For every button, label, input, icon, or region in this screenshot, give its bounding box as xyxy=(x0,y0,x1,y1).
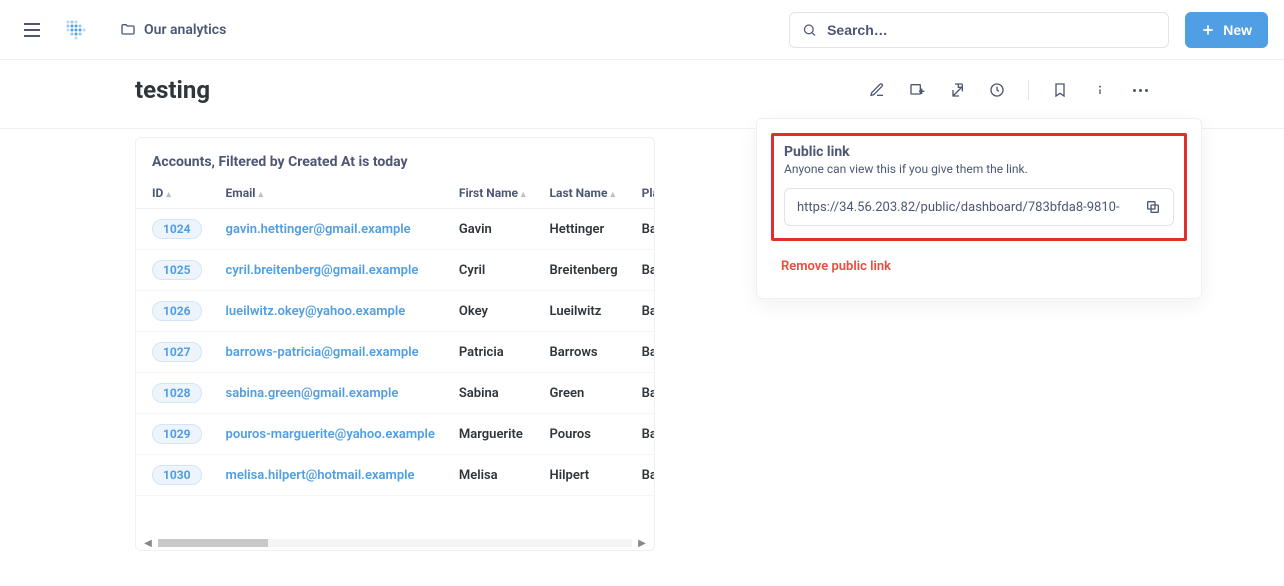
email-link[interactable]: barrows-patricia@gmail.example xyxy=(226,345,419,360)
search-icon xyxy=(802,22,817,38)
more-icon[interactable] xyxy=(1131,81,1149,99)
cell-last: Pouros xyxy=(538,414,630,455)
email-link[interactable]: gavin.hettinger@gmail.example xyxy=(226,222,411,237)
cell-first: Gavin xyxy=(447,209,538,250)
scroll-left-icon[interactable]: ◀ xyxy=(142,538,154,549)
cell-first: Marguerite xyxy=(447,414,538,455)
cell-last: Breitenberg xyxy=(538,250,630,291)
history-icon[interactable] xyxy=(988,81,1006,99)
cell-last: Hettinger xyxy=(538,209,630,250)
add-card-icon[interactable] xyxy=(908,81,926,99)
breadcrumb-label: Our analytics xyxy=(144,22,226,38)
panel-title: Public link xyxy=(784,144,1174,160)
cell-plan: Basi xyxy=(630,455,655,496)
email-link[interactable]: pouros-marguerite@yahoo.example xyxy=(226,427,435,442)
col-last[interactable]: Last Name▴ xyxy=(538,178,630,209)
table-row[interactable]: 1027 barrows-patricia@gmail.example Patric… xyxy=(136,332,655,373)
public-url-text: https://34.56.203.82/public/dashboard/78… xyxy=(797,200,1133,215)
id-pill[interactable]: 1027 xyxy=(152,342,202,362)
search-input[interactable] xyxy=(827,22,1156,38)
cell-first: Sabina xyxy=(447,373,538,414)
table-row[interactable]: 1026 lueilwitz.okey@yahoo.example OkeyLuei… xyxy=(136,291,655,332)
divider xyxy=(1028,80,1029,100)
col-email[interactable]: Email▴ xyxy=(214,178,447,209)
share-icon[interactable] xyxy=(948,81,966,99)
email-link[interactable]: cyril.breitenberg@gmail.example xyxy=(226,263,419,278)
new-button-label: New xyxy=(1223,22,1252,38)
cell-plan: Basi xyxy=(630,373,655,414)
table-row[interactable]: 1024 gavin.hettinger@gmail.example GavinHe… xyxy=(136,209,655,250)
title-actions xyxy=(868,80,1149,100)
cell-first: Cyril xyxy=(447,250,538,291)
info-icon[interactable] xyxy=(1091,81,1109,99)
edit-icon[interactable] xyxy=(868,81,886,99)
email-link[interactable]: melisa.hilpert@hotmail.example xyxy=(226,468,415,483)
id-pill[interactable]: 1024 xyxy=(152,219,202,239)
sharing-panel: Public link Anyone can view this if you … xyxy=(756,118,1202,299)
plus-icon xyxy=(1201,23,1215,37)
id-pill[interactable]: 1028 xyxy=(152,383,202,403)
new-button[interactable]: New xyxy=(1185,12,1268,48)
cell-last: Hilpert xyxy=(538,455,630,496)
email-link[interactable]: lueilwitz.okey@yahoo.example xyxy=(226,304,406,319)
table-row[interactable]: 1029 pouros-marguerite@yahoo.example Margu… xyxy=(136,414,655,455)
table-row[interactable]: 1030 melisa.hilpert@hotmail.example Melisa… xyxy=(136,455,655,496)
id-pill[interactable]: 1029 xyxy=(152,424,202,444)
scroll-thumb[interactable] xyxy=(158,539,268,547)
cell-plan: Basi xyxy=(630,332,655,373)
bookmark-icon[interactable] xyxy=(1051,81,1069,99)
search-bar[interactable] xyxy=(789,12,1169,48)
email-link[interactable]: sabina.green@gmail.example xyxy=(226,386,399,401)
topbar: Our analytics New xyxy=(0,0,1284,60)
logo xyxy=(60,14,92,46)
panel-subtitle: Anyone can view this if you give them th… xyxy=(784,162,1174,176)
cell-last: Green xyxy=(538,373,630,414)
table-row[interactable]: 1025 cyril.breitenberg@gmail.example Cyril… xyxy=(136,250,655,291)
public-url-field[interactable]: https://34.56.203.82/public/dashboard/78… xyxy=(784,188,1174,226)
id-pill[interactable]: 1026 xyxy=(152,301,202,321)
cell-last: Barrows xyxy=(538,332,630,373)
table-row[interactable]: 1028 sabina.green@gmail.example SabinaGree… xyxy=(136,373,655,414)
breadcrumb[interactable]: Our analytics xyxy=(120,22,226,38)
col-id[interactable]: ID▴ xyxy=(136,178,214,209)
remove-public-link[interactable]: Remove public link xyxy=(781,259,891,274)
page-title: testing xyxy=(135,76,210,104)
cell-first: Okey xyxy=(447,291,538,332)
cell-last: Lueilwitz xyxy=(538,291,630,332)
cell-plan: Basi xyxy=(630,291,655,332)
cell-first: Melisa xyxy=(447,455,538,496)
copy-icon[interactable] xyxy=(1143,197,1163,217)
cell-first: Patricia xyxy=(447,332,538,373)
col-first[interactable]: First Name▴ xyxy=(447,178,538,209)
scroll-right-icon[interactable]: ▶ xyxy=(636,538,648,549)
col-plan[interactable]: Plan xyxy=(630,178,655,209)
accounts-table: ID▴ Email▴ First Name▴ Last Name▴ Plan 1… xyxy=(136,178,655,496)
hamburger-button[interactable] xyxy=(16,14,48,46)
id-pill[interactable]: 1025 xyxy=(152,260,202,280)
cell-plan: Basi xyxy=(630,414,655,455)
highlight-box: Public link Anyone can view this if you … xyxy=(771,133,1187,241)
card-accounts: Accounts, Filtered by Created At is toda… xyxy=(135,137,655,551)
horizontal-scrollbar[interactable]: ◀ ▶ xyxy=(136,536,654,550)
cell-plan: Basi xyxy=(630,250,655,291)
id-pill[interactable]: 1030 xyxy=(152,465,202,485)
card-subtitle: Accounts, Filtered by Created At is toda… xyxy=(136,138,654,178)
cell-plan: Basi xyxy=(630,209,655,250)
